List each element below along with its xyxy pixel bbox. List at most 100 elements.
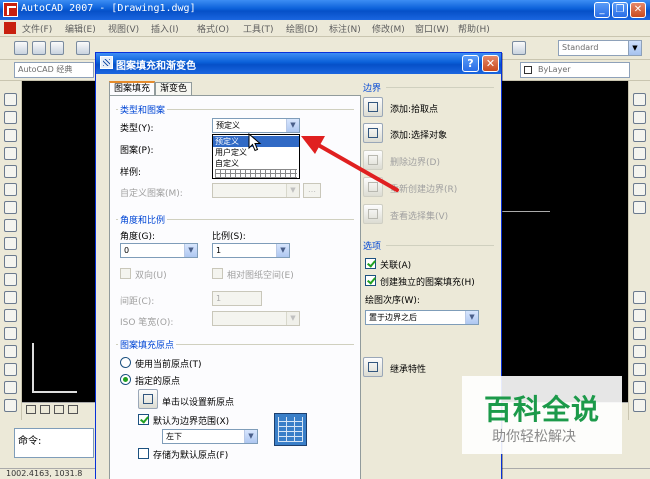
default-extent-select[interactable]: 左下 ▼ (162, 429, 258, 444)
custom-pattern-select[interactable]: ▼ (212, 183, 300, 198)
menu-format[interactable]: 格式(O) (197, 22, 229, 35)
draw-order-select[interactable]: 置于边界之后 ▼ (365, 310, 479, 325)
fillet-icon[interactable] (633, 381, 646, 394)
chevron-down-icon: ▼ (465, 311, 478, 324)
scale-select[interactable]: 1 ▼ (212, 243, 290, 258)
spline-icon[interactable] (4, 237, 17, 250)
circle-icon[interactable] (4, 201, 17, 214)
minimize-button[interactable]: _ (594, 2, 610, 18)
tab-hatch[interactable]: 图案填充 (109, 81, 156, 95)
offset-icon[interactable] (633, 147, 646, 160)
spacing-value: 1 (216, 294, 222, 303)
rectangle-icon[interactable] (4, 165, 17, 178)
menu-edit[interactable]: 编辑(E) (65, 22, 96, 35)
line-icon[interactable] (4, 93, 17, 106)
dialog-help-button[interactable]: ? (462, 55, 479, 72)
arc-icon[interactable] (4, 183, 17, 196)
polygon-icon[interactable] (4, 147, 17, 160)
trim-icon[interactable] (633, 309, 646, 322)
layer-combo[interactable]: ByLayer (520, 62, 630, 78)
command-line[interactable]: 命令: (14, 428, 94, 458)
hatch-icon[interactable] (4, 345, 17, 358)
modify-toolbar (628, 81, 650, 421)
menu-modify[interactable]: 修改(M) (372, 22, 405, 35)
draw-toolbar (0, 81, 22, 421)
type-select[interactable]: 预定义 ▼ (212, 118, 300, 133)
origin-group-title: 图案填充原点 (118, 338, 177, 351)
restore-button[interactable]: ❐ (612, 2, 628, 18)
inherit-properties-button[interactable] (363, 357, 383, 377)
menu-dimension[interactable]: 标注(N) (329, 22, 361, 35)
type-option-custom[interactable]: 自定义 (213, 158, 299, 169)
default-extent-checkbox[interactable] (138, 414, 149, 425)
group-divider (386, 245, 494, 246)
dialog-title-bar[interactable]: 图案填充和渐变色 ? ✕ (96, 53, 501, 74)
ucs-y-axis-icon (32, 343, 34, 393)
stretch-icon[interactable] (633, 291, 646, 304)
menu-file[interactable]: 文件(F) (22, 22, 52, 35)
watermark-title: 百科全说 (484, 393, 601, 426)
first-tab-icon[interactable] (26, 405, 36, 414)
set-origin-button[interactable] (138, 389, 158, 409)
view-selections-button[interactable] (363, 204, 383, 224)
help-icon[interactable] (512, 41, 526, 55)
explode-icon[interactable] (633, 399, 646, 412)
construction-line-icon[interactable] (4, 111, 17, 124)
menu-view[interactable]: 视图(V) (108, 22, 139, 35)
use-current-origin-radio[interactable] (120, 357, 131, 368)
menu-help[interactable]: 帮助(H) (458, 22, 490, 35)
rotate-icon[interactable] (633, 201, 646, 214)
store-default-origin-checkbox[interactable] (138, 448, 149, 459)
spacing-input[interactable]: 1 (212, 291, 262, 306)
separate-hatches-label: 创建独立的图案填充(H) (380, 278, 475, 288)
next-tab-icon[interactable] (54, 405, 64, 414)
text-style-combo[interactable]: Standard ▼ (558, 40, 642, 56)
chevron-down-icon: ▼ (628, 41, 641, 55)
associative-checkbox[interactable] (365, 258, 376, 269)
array-icon[interactable] (633, 165, 646, 178)
add-pick-points-button[interactable] (363, 97, 383, 117)
specified-origin-radio[interactable] (120, 374, 131, 385)
mirror-icon[interactable] (633, 129, 646, 142)
close-button[interactable]: ✕ (630, 2, 646, 18)
menu-tools[interactable]: 工具(T) (243, 22, 274, 35)
angle-select[interactable]: 0 ▼ (120, 243, 198, 258)
default-extent-label: 默认为边界范围(X) (153, 417, 230, 427)
table-icon[interactable] (4, 399, 17, 412)
move-icon[interactable] (633, 183, 646, 196)
dialog-close-button[interactable]: ✕ (482, 55, 499, 72)
new-icon[interactable] (14, 41, 28, 55)
chamfer-icon[interactable] (633, 363, 646, 376)
copy-icon[interactable] (633, 111, 646, 124)
workspace-combo[interactable]: AutoCAD 经典 (14, 62, 94, 78)
prev-tab-icon[interactable] (40, 405, 50, 414)
chevron-down-icon: ▼ (184, 244, 197, 257)
region-icon[interactable] (4, 381, 17, 394)
break-icon[interactable] (633, 345, 646, 358)
menu-insert[interactable]: 插入(I) (151, 22, 179, 35)
open-icon[interactable] (32, 41, 46, 55)
print-icon[interactable] (76, 41, 90, 55)
iso-pen-width-select[interactable]: ▼ (212, 311, 300, 326)
relative-paper-space-checkbox[interactable] (212, 268, 223, 279)
insert-block-icon[interactable] (4, 291, 17, 304)
point-icon[interactable] (4, 327, 17, 340)
make-block-icon[interactable] (4, 309, 17, 322)
autocad-logo-icon (3, 2, 18, 17)
polyline-icon[interactable] (4, 129, 17, 142)
gradient-icon[interactable] (4, 363, 17, 376)
chevron-down-icon: ▼ (286, 312, 299, 325)
last-tab-icon[interactable] (68, 405, 78, 414)
tab-gradient[interactable]: 渐变色 (155, 82, 193, 96)
erase-icon[interactable] (633, 93, 646, 106)
revcloud-icon[interactable] (4, 219, 17, 232)
save-icon[interactable] (50, 41, 64, 55)
double-checkbox[interactable] (120, 268, 131, 279)
ellipse-icon[interactable] (4, 255, 17, 268)
extend-icon[interactable] (633, 327, 646, 340)
menu-draw[interactable]: 绘图(D) (286, 22, 318, 35)
separate-hatches-checkbox[interactable] (365, 275, 376, 286)
menu-window[interactable]: 窗口(W) (415, 22, 449, 35)
ellipse-arc-icon[interactable] (4, 273, 17, 286)
double-label: 双向(U) (135, 271, 167, 281)
